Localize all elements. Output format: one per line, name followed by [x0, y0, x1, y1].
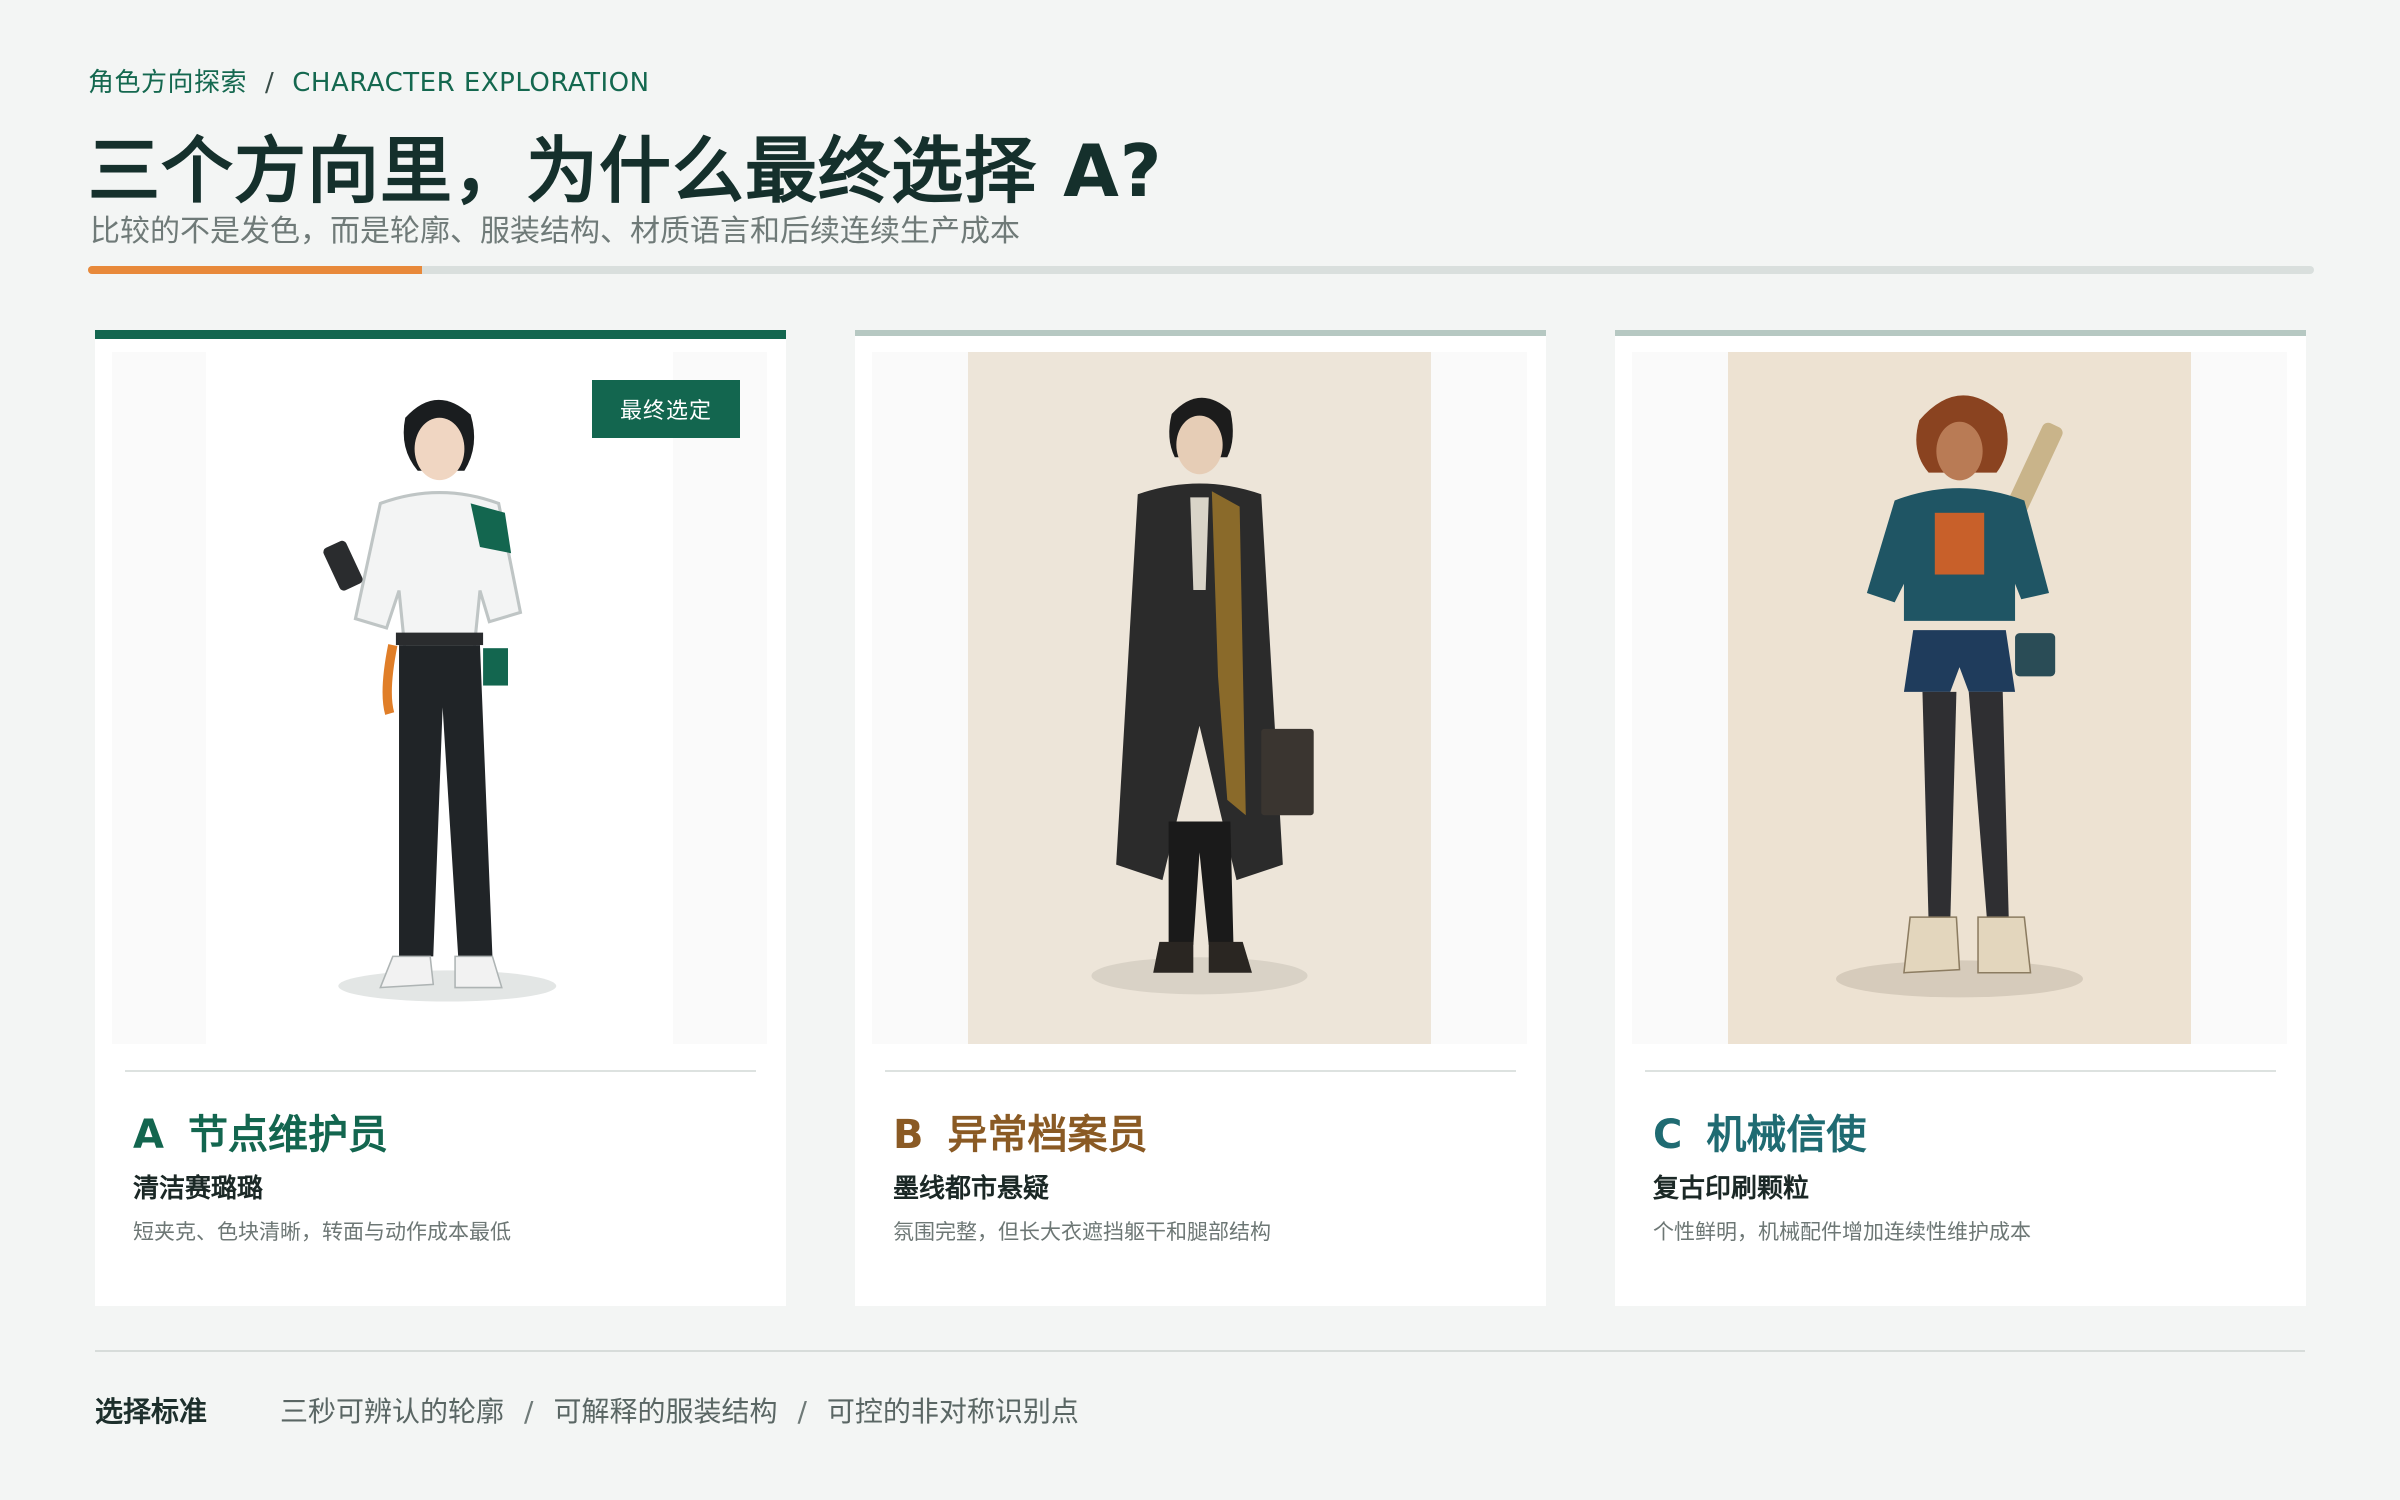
progress-bar — [88, 266, 2314, 274]
character-illustration-c — [1632, 352, 2287, 1044]
card-divider — [1645, 1070, 2276, 1072]
card-style: 复古印刷颗粒 — [1653, 1174, 1810, 1204]
card-letter: A — [133, 1112, 164, 1158]
character-illustration-b — [872, 352, 1527, 1044]
card-description: 氛围完整，但长大衣遮挡躯干和腿部结构 — [893, 1220, 1271, 1244]
criteria-item: 三秒可辨认的轮廓 — [280, 1395, 505, 1428]
card-title: A 节点维护员 — [133, 1102, 388, 1160]
card-style: 清洁赛璐璐 — [133, 1174, 264, 1204]
card-b[interactable]: B 异常档案员 墨线都市悬疑 氛围完整，但长大衣遮挡躯干和腿部结构 — [855, 330, 1546, 1306]
criteria-label: 选择标准 — [95, 1395, 208, 1428]
criteria-item: 可解释的服装结构 — [553, 1395, 778, 1428]
card-name: 节点维护员 — [187, 1112, 388, 1158]
final-selected-badge: 最终选定 — [591, 380, 740, 438]
page-title: 三个方向里，为什么最终选择 A? — [88, 129, 1163, 213]
card-title: B 异常档案员 — [893, 1102, 1148, 1160]
breadcrumb-cn: 角色方向探索 — [88, 68, 248, 98]
character-illustration-a: 最终选定 — [112, 352, 767, 1044]
card-letter: B — [893, 1112, 924, 1158]
card-name: 异常档案员 — [947, 1112, 1148, 1158]
card-divider — [125, 1070, 756, 1072]
card-top-bar — [95, 330, 786, 339]
page-subtitle: 比较的不是发色，而是轮廓、服装结构、材质语言和后续连续生产成本 — [90, 214, 1020, 249]
character-a-figure — [323, 399, 557, 1002]
breadcrumb: 角色方向探索 / CHARACTER EXPLORATION — [88, 62, 650, 99]
card-description: 个性鲜明，机械配件增加连续性维护成本 — [1653, 1220, 2031, 1244]
card-name: 机械信使 — [1706, 1112, 1867, 1158]
criteria-separator: / — [524, 1395, 534, 1428]
card-top-bar — [1615, 330, 2306, 336]
progress-fill — [88, 266, 422, 274]
character-b-figure — [1091, 397, 1314, 995]
footer-divider — [95, 1350, 2305, 1352]
criteria-list: 三秒可辨认的轮廓 / 可解释的服装结构 / 可控的非对称识别点 — [280, 1390, 1079, 1430]
card-divider — [885, 1070, 1516, 1072]
character-c-figure — [1836, 395, 2083, 998]
card-letter: C — [1653, 1112, 1683, 1158]
criteria-item: 可控的非对称识别点 — [826, 1395, 1079, 1428]
card-c[interactable]: C 机械信使 复古印刷颗粒 个性鲜明，机械配件增加连续性维护成本 — [1615, 330, 2306, 1306]
card-title: C 机械信使 — [1653, 1102, 1866, 1160]
card-style: 墨线都市悬疑 — [893, 1174, 1050, 1204]
breadcrumb-en: CHARACTER EXPLORATION — [292, 68, 650, 98]
card-description: 短夹克、色块清晰，转面与动作成本最低 — [133, 1220, 511, 1244]
criteria-separator: / — [797, 1395, 807, 1428]
breadcrumb-separator: / — [265, 68, 275, 98]
card-a[interactable]: 最终选定 A 节点维护员 清洁赛璐璐 短夹克、色块清晰，转面与动作成本最低 — [95, 330, 786, 1306]
card-top-bar — [855, 330, 1546, 336]
